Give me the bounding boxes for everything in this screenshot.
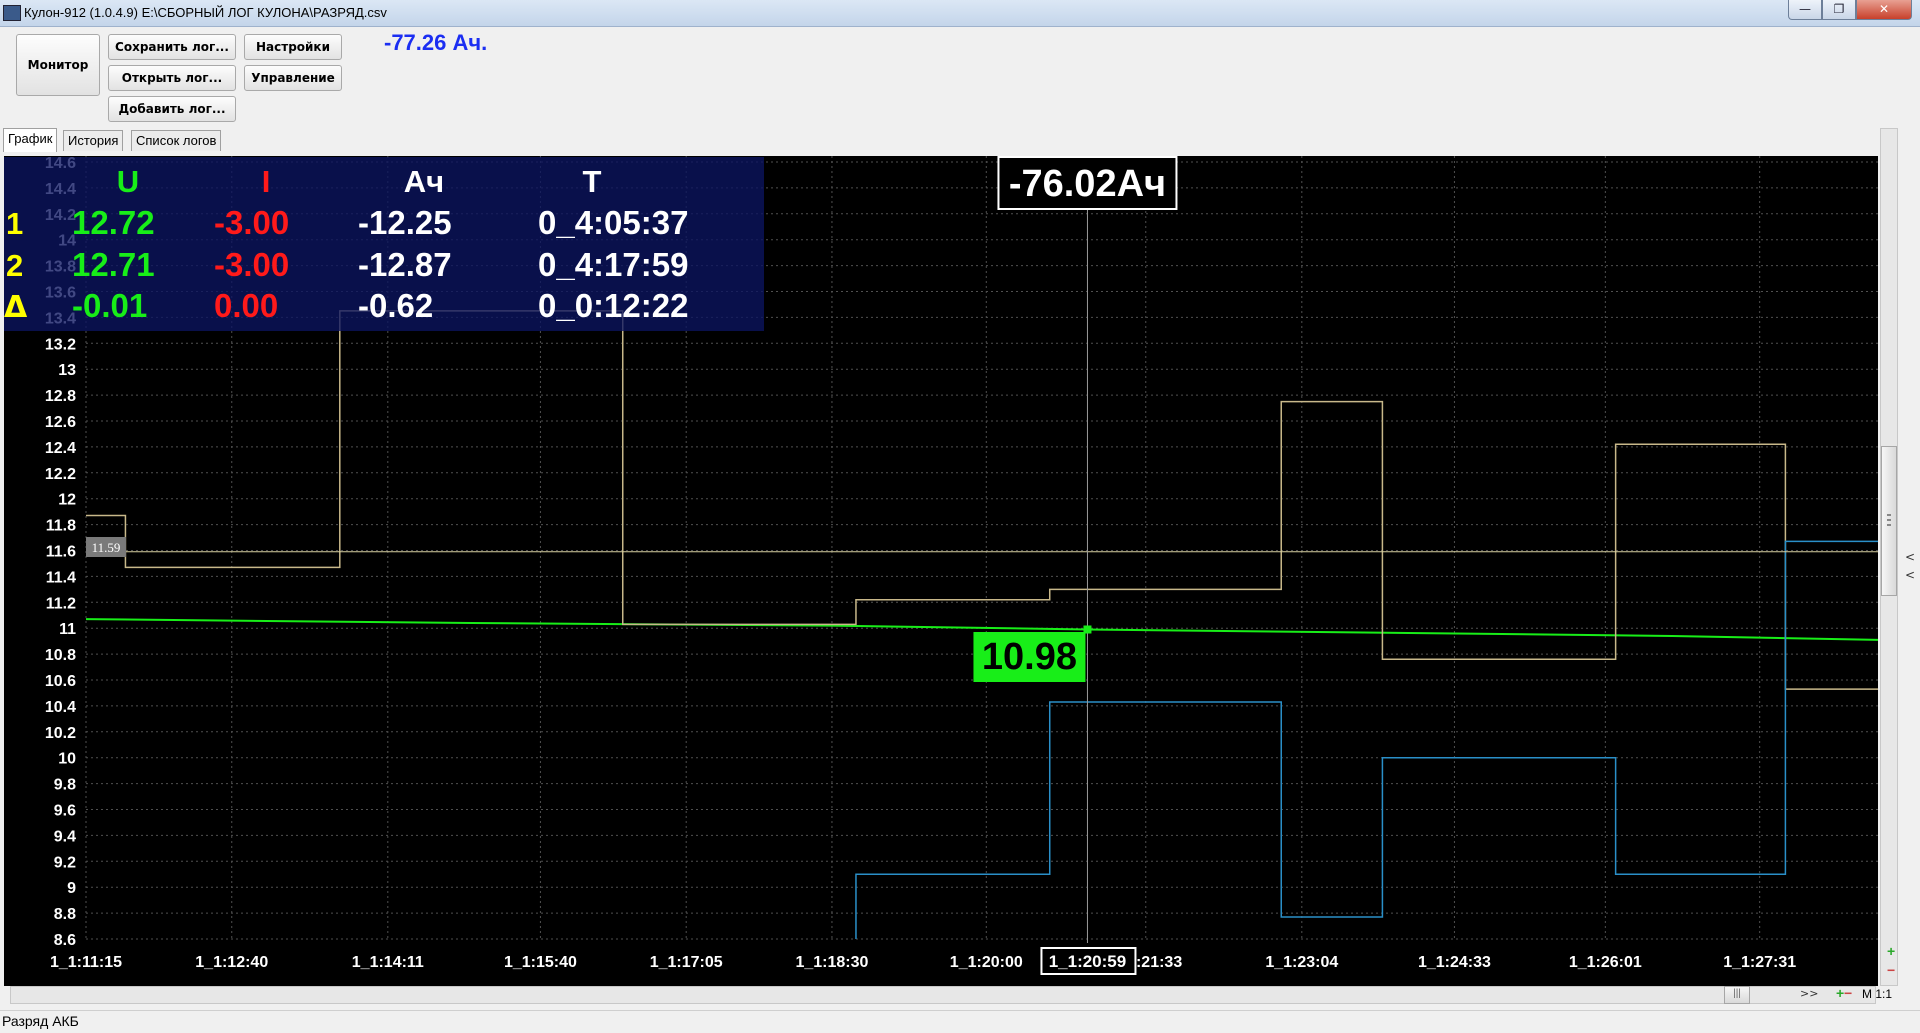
header-u: U: [117, 164, 139, 199]
row1-marker: 1: [6, 206, 23, 241]
reference-marker: 11.59: [86, 537, 126, 557]
y-tick-label: 13: [58, 362, 76, 379]
x-tick-label: 1_1:26:01: [1569, 954, 1642, 971]
y-tick-label: 10.6: [45, 673, 76, 690]
row3-t: 0_0:12:22: [538, 287, 688, 324]
row1-u: 12.72: [72, 204, 155, 241]
grip-line: [1887, 524, 1891, 526]
collapse-arrows-icon[interactable]: < <: [1902, 548, 1918, 588]
status-text: Разряд АКБ: [2, 1013, 79, 1029]
x-tick-label: 1_1:18:30: [795, 954, 868, 971]
maximize-button[interactable]: ❐: [1822, 0, 1856, 20]
tab-history[interactable]: История: [63, 130, 124, 151]
y-tick-label: 13.2: [45, 336, 76, 353]
scroll-forward-icon[interactable]: >>: [1800, 987, 1818, 1000]
row3-u: -0.01: [72, 287, 147, 324]
monitor-button[interactable]: Монитор: [16, 34, 100, 96]
horizontal-zoom-out-icon[interactable]: −: [1844, 985, 1852, 1001]
chevron-left-icon[interactable]: <: [1902, 548, 1918, 566]
window-title: Кулон-912 (1.0.4.9) E:\СБОРНЫЙ ЛОГ КУЛОН…: [24, 5, 387, 20]
y-tick-label: 8.8: [54, 906, 76, 923]
row1-t: 0_4:05:37: [538, 204, 688, 241]
grip-line: [1887, 514, 1891, 516]
control-button[interactable]: Управление: [244, 65, 342, 91]
open-log-button[interactable]: Открыть лог...: [108, 65, 236, 91]
y-tick-label: 11.8: [46, 518, 76, 535]
horizontal-scroll-thumb[interactable]: |||: [1724, 986, 1750, 1004]
total-ah-readout: -77.26 Ач.: [384, 30, 488, 55]
y-tick-label: 12.2: [45, 466, 76, 483]
chevron-left-icon[interactable]: <: [1902, 566, 1918, 584]
y-tick-label: 10.4: [45, 699, 76, 716]
x-tick-label: 1_1:14:11: [352, 954, 424, 971]
x-tick-label: 1_1:11:15: [50, 954, 122, 971]
horizontal-zoom-in-icon[interactable]: +: [1836, 985, 1844, 1001]
minimize-button[interactable]: —: [1788, 0, 1822, 20]
y-tick-label: 12.6: [45, 414, 76, 431]
x-tick-label: 1_1:17:05: [650, 954, 723, 971]
row2-marker: 2: [6, 248, 23, 283]
y-tick-label: 11.2: [46, 595, 76, 612]
row3-marker: Δ: [4, 290, 28, 325]
cursor-time-label: 1_1:20:59: [1049, 952, 1127, 971]
row1-i: -3.00: [214, 204, 289, 241]
x-tick-label: 1_1:24:33: [1418, 954, 1491, 971]
y-tick-label: 9.2: [54, 854, 76, 871]
y-tick-label: 12: [58, 492, 76, 509]
x-tick-label: 1_1:15:40: [504, 954, 577, 971]
vertical-zoom-out-icon[interactable]: −: [1887, 962, 1895, 978]
y-tick-label: 8.6: [54, 932, 76, 949]
y-tick-label: 10.8: [45, 647, 76, 664]
reference-marker-label: 11.59: [92, 540, 121, 555]
cursor-voltage-label: 10.98: [982, 636, 1077, 678]
status-bar: Разряд АКБ: [0, 1010, 1920, 1033]
title-bar: Кулон-912 (1.0.4.9) E:\СБОРНЫЙ ЛОГ КУЛОН…: [0, 0, 1920, 27]
header-i: I: [262, 164, 271, 199]
y-tick-label: 9: [67, 880, 76, 897]
grip-line: [1887, 519, 1891, 521]
row2-t: 0_4:17:59: [538, 246, 688, 283]
y-tick-label: 10: [58, 751, 76, 768]
voltage-chart[interactable]: 8.68.899.29.49.69.81010.210.410.610.8111…: [0, 153, 1880, 986]
y-tick-label: 9.8: [54, 777, 76, 794]
x-tick-label: 1_1:23:04: [1265, 954, 1338, 971]
x-tick-label: 1_1:27:31: [1723, 954, 1796, 971]
y-tick-label: 11: [59, 621, 76, 638]
y-tick-label: 9.4: [54, 828, 76, 845]
add-log-button[interactable]: Добавить лог...: [108, 96, 236, 122]
row2-i: -3.00: [214, 246, 289, 283]
vertical-scroll-thumb[interactable]: [1881, 446, 1897, 596]
horizontal-scrollbar[interactable]: [10, 986, 1876, 1004]
row2-u: 12.71: [72, 246, 155, 283]
scale-label[interactable]: M 1:1: [1862, 987, 1892, 1001]
measurement-overlay: U I Ач T 1 12.72 -3.00 -12.25 0_4:05:37 …: [4, 157, 764, 331]
row1-ah: -12.25: [358, 204, 452, 241]
close-button[interactable]: ✕: [1856, 0, 1912, 20]
header-t: T: [583, 164, 602, 199]
row3-i: 0.00: [214, 287, 278, 324]
y-tick-label: 12.8: [45, 388, 76, 405]
tab-log-list[interactable]: Список логов: [131, 130, 222, 151]
cursor-ah-label: -76.02Ач: [1009, 163, 1166, 205]
row2-ah: -12.87: [358, 246, 452, 283]
x-tick-label: 1_1:12:40: [195, 954, 268, 971]
y-tick-label: 10.2: [45, 725, 76, 742]
settings-button[interactable]: Настройки: [244, 34, 342, 60]
row3-ah: -0.62: [358, 287, 433, 324]
vertical-zoom-in-icon[interactable]: +: [1887, 943, 1895, 959]
y-tick-label: 12.4: [45, 440, 76, 457]
y-tick-label: 11.6: [46, 544, 76, 561]
y-tick-label: 11.4: [46, 569, 76, 586]
save-log-button[interactable]: Сохранить лог...: [108, 34, 236, 60]
y-tick-label: 9.6: [54, 803, 76, 820]
tab-graph[interactable]: График: [3, 128, 58, 152]
header-ah: Ач: [404, 164, 444, 199]
app-icon: [3, 5, 21, 21]
x-tick-label: 1_1:20:00: [950, 954, 1023, 971]
